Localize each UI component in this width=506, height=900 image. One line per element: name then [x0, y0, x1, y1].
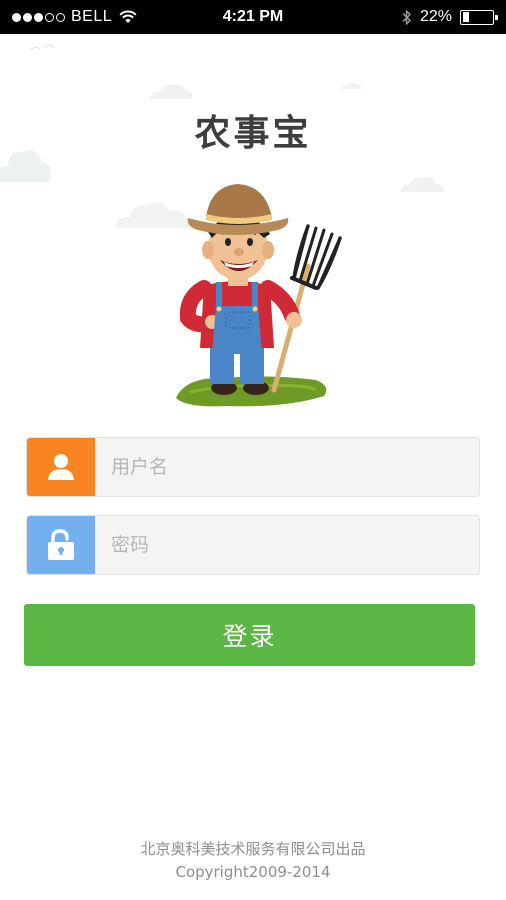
battery-percent: 22%	[419, 8, 452, 25]
password-field[interactable]	[26, 515, 480, 575]
status-bar: BELL 4:21 PM 22%	[0, 0, 506, 34]
username-input[interactable]	[95, 438, 479, 496]
unlock-icon	[48, 529, 74, 560]
password-input[interactable]	[95, 516, 479, 574]
status-right: 22%	[402, 8, 498, 26]
username-icon-box	[27, 438, 95, 496]
cloud-decoration	[341, 83, 361, 89]
cloud-decoration	[150, 84, 193, 99]
farmer-mascot-image	[176, 184, 342, 407]
username-field[interactable]	[26, 437, 480, 497]
user-icon	[48, 454, 74, 480]
login-button[interactable]: 登录	[24, 604, 475, 666]
bird-decoration	[30, 44, 55, 51]
app-title: 农事宝	[194, 113, 312, 154]
footer-copyright: Copyright2009-2014	[175, 863, 331, 881]
cloud-decoration	[400, 177, 445, 192]
footer: 北京奥科美技术服务有限公司出品 Copyright2009-2014	[0, 838, 506, 884]
battery-icon	[460, 9, 498, 25]
bluetooth-icon	[402, 9, 411, 25]
password-icon-box	[27, 516, 95, 574]
footer-company: 北京奥科美技术服务有限公司出品	[140, 840, 366, 858]
battery-fill	[462, 12, 469, 22]
